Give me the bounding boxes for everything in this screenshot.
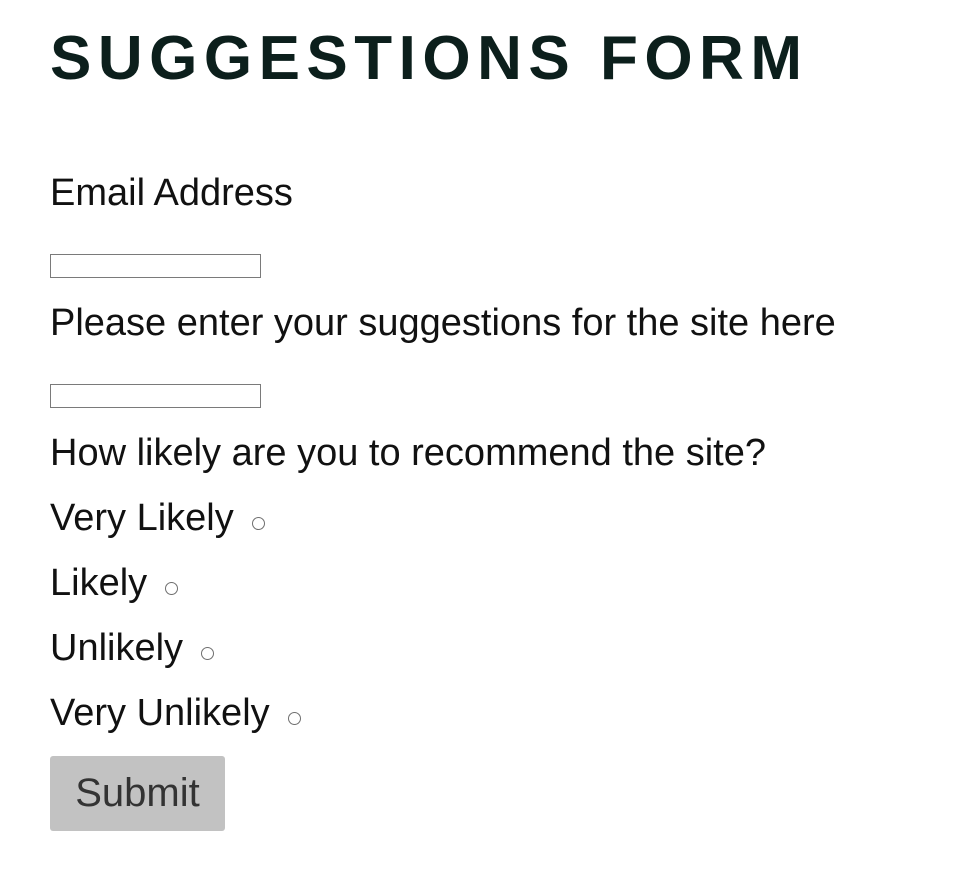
option-label: Very Likely — [50, 497, 234, 539]
suggestions-label: Please enter your suggestions for the si… — [50, 302, 836, 344]
very-likely-radio[interactable] — [251, 516, 265, 530]
recommend-question: How likely are you to recommend the site… — [50, 432, 766, 474]
suggestions-field[interactable] — [50, 384, 261, 408]
option-label: Unlikely — [50, 627, 184, 669]
option-very-likely: Very Likely — [50, 496, 265, 540]
email-label: Email Address — [50, 172, 293, 214]
option-very-unlikely: Very Unlikely — [50, 691, 301, 735]
very-unlikely-radio[interactable] — [287, 711, 301, 725]
email-field[interactable] — [50, 254, 261, 278]
page-title: SUGGESTIONS FORM — [50, 24, 809, 93]
option-likely: Likely — [50, 561, 179, 605]
option-label: Very Unlikely — [50, 692, 270, 734]
option-label: Likely — [50, 562, 148, 604]
unlikely-radio[interactable] — [201, 646, 215, 660]
option-unlikely: Unlikely — [50, 626, 215, 670]
submit-button[interactable]: Submit — [50, 756, 225, 831]
likely-radio[interactable] — [165, 581, 179, 595]
